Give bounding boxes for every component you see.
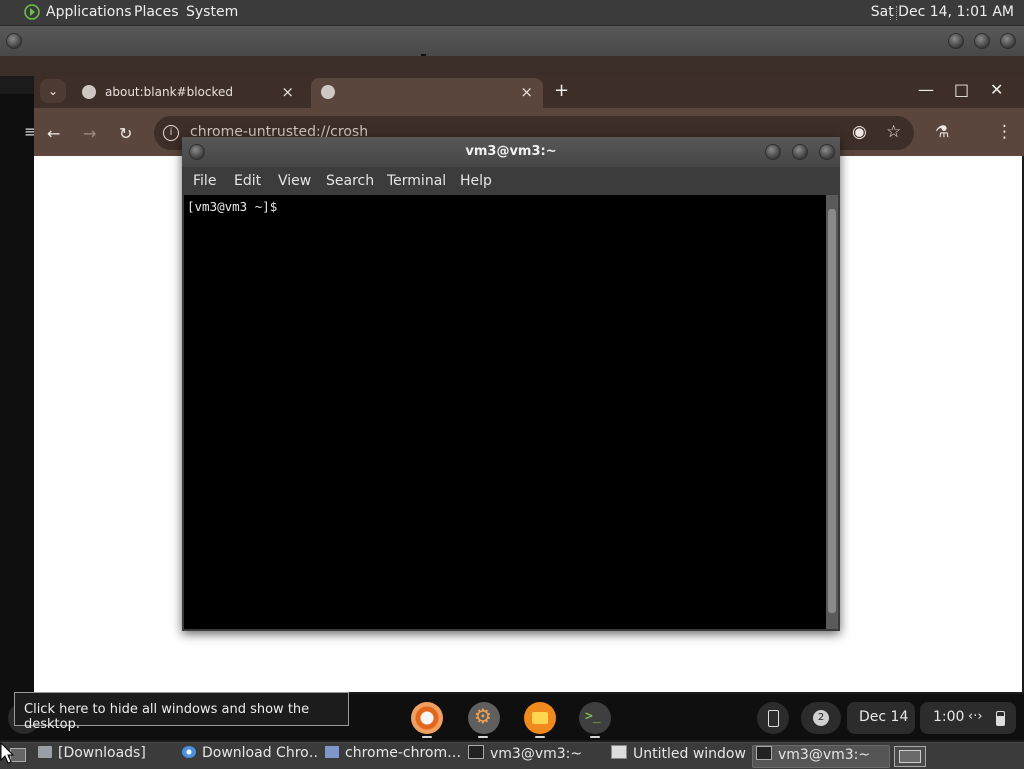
menu-search[interactable]: Search [326,173,374,189]
date-tray[interactable]: Dec 14 [847,702,915,734]
terminal-icon [468,745,484,759]
taskbar-item-untitled-window[interactable]: Untitled window [611,745,747,766]
taskbar-item-downloads[interactable]: [Downloads] [38,745,168,766]
background-window-titlebar[interactable] [0,26,1024,70]
tab-title: about:blank#blocked [105,85,233,99]
workspace-1[interactable] [899,750,921,763]
maximize-button[interactable]: □ [954,80,969,99]
terminal-app-icon[interactable]: >_ [579,702,611,734]
background-window-band [0,56,1024,76]
chrome-app-icon[interactable] [411,702,443,734]
files-app-icon[interactable] [524,702,556,734]
taskbar-item-terminal[interactable]: vm3@vm3:~ [468,745,604,766]
phone-icon [768,710,779,727]
tab-active[interactable]: × [311,78,543,108]
shelf-time: 1:00 [933,709,965,725]
terminal-window[interactable]: vm3@vm3:~ File Edit View Search Terminal… [182,137,840,631]
terminal-scrollbar[interactable] [826,195,838,629]
task-label: Untitled window [633,746,746,762]
chrome-menu-icon[interactable]: ⋮ [996,122,1013,142]
running-indicator [478,736,488,738]
phone-hub-button[interactable] [757,702,789,734]
running-indicator [535,736,545,738]
menu-terminal[interactable]: Terminal [387,173,446,189]
globe-icon [321,85,335,99]
task-label: vm3@vm3:~ [778,747,871,763]
workspace-switcher[interactable] [894,746,926,767]
app-icon [325,746,339,758]
reload-button[interactable]: ↻ [119,124,132,143]
show-desktop-tooltip: Click here to hide all windows and show … [14,692,349,732]
scrollbar-thumb[interactable] [828,209,836,613]
site-info-icon[interactable]: i [163,125,179,141]
network-icon: ‹·› [968,709,983,724]
labs-flask-icon[interactable]: ⚗ [935,122,949,141]
maximize-icon[interactable] [792,144,808,160]
window-icon [611,745,627,759]
tab-close-icon[interactable]: × [520,83,533,101]
terminal-menubar: File Edit View Search Terminal Help [182,167,840,195]
panel-clock[interactable]: Sat Dec 14, 1:01 AM [871,4,1014,20]
gear-glyph: ⚙ [474,704,492,728]
maximize-icon[interactable] [974,33,990,49]
bookmark-star-icon[interactable]: ☆ [886,122,901,142]
close-button[interactable]: ✕ [990,80,1003,99]
terminal-title: vm3@vm3:~ [465,144,557,159]
taskbar-item-terminal-active[interactable]: vm3@vm3:~ [752,745,890,768]
chrome-icon [182,746,196,758]
close-icon[interactable] [819,144,835,160]
running-indicator [590,736,600,738]
notification-count-badge: 2 [813,710,829,726]
folder-icon [38,746,52,758]
close-icon[interactable] [1000,33,1016,49]
tab-about-blank[interactable]: about:blank#blocked × [72,78,304,108]
folder-glyph [532,712,548,724]
taskbar-item-chrome-app[interactable]: chrome-chrom… [325,745,461,766]
status-tray[interactable]: 1:00 ‹·› [920,702,1016,734]
task-label: chrome-chrom… [345,745,461,761]
task-label: [Downloads] [58,745,146,761]
taskbar-item-download-chrome[interactable]: Download Chro… [182,745,318,766]
eye-icon[interactable]: ◉ [852,122,867,142]
mouse-pointer-icon [0,742,14,764]
terminal-icon [756,746,772,760]
menu-edit[interactable]: Edit [234,173,261,189]
battery-icon [996,711,1005,726]
globe-icon [82,85,96,99]
task-label: vm3@vm3:~ [490,746,583,762]
forward-button[interactable]: → [83,124,96,143]
terminal-glyph: >_ [585,709,601,724]
tab-search-button[interactable]: ⌄ [40,79,66,103]
new-tab-button[interactable]: + [554,80,569,101]
tab-close-icon[interactable]: × [281,83,294,101]
back-button[interactable]: ← [47,124,60,143]
task-label: Download Chro… [202,745,318,761]
menu-view[interactable]: View [278,173,311,189]
shell-prompt: [vm3@vm3 ~]$ [187,199,278,214]
shelf-date: Dec 14 [859,709,909,725]
terminal-titlebar[interactable]: vm3@vm3:~ [182,137,840,167]
menu-applications[interactable]: Applications [46,4,132,20]
menu-file[interactable]: File [193,173,216,189]
menu-system[interactable]: System [186,4,238,20]
menu-places[interactable]: Places [134,4,179,20]
terminal-screen[interactable]: [vm3@vm3 ~]$ [184,195,826,629]
minimize-icon[interactable] [765,144,781,160]
minimize-icon[interactable] [948,33,964,49]
settings-gear-icon[interactable]: ⚙ [468,702,500,734]
desktop-left-edge: ≡ [0,94,37,694]
top-panel: Applications Places System Sat Dec 14, 1… [0,0,1024,26]
window-menu-icon[interactable] [6,33,22,49]
app-menu-logo-icon[interactable] [24,4,40,20]
running-indicator [422,736,432,738]
menu-help[interactable]: Help [460,173,492,189]
minimize-button[interactable]: — [918,80,934,99]
notification-button[interactable]: 2 [801,702,841,734]
